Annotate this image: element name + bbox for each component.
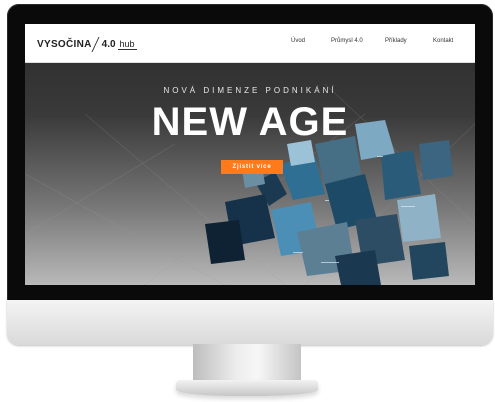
crystal-shards-decoration bbox=[25, 83, 475, 285]
website-screen: VYSOČINA 4.0 hub Úvod Průmysl 4.0 Příkla… bbox=[25, 24, 475, 285]
nav-link-priklady[interactable]: Příklady bbox=[385, 38, 407, 44]
cta-button[interactable]: Zjistit více bbox=[221, 160, 283, 174]
nav-link-kontakt[interactable]: Kontakt bbox=[433, 38, 453, 44]
nav-link-prumysl[interactable]: Průmysl 4.0 bbox=[331, 38, 363, 44]
logo-wordmark: VYSOČINA bbox=[37, 38, 92, 50]
monitor-stand bbox=[193, 344, 301, 384]
monitor-stand-base bbox=[176, 380, 318, 396]
hero-title: NEW AGE bbox=[151, 100, 349, 144]
logo-slash bbox=[91, 36, 100, 52]
site-logo[interactable]: VYSOČINA 4.0 hub bbox=[37, 36, 137, 52]
logo-suffix: hub bbox=[117, 38, 137, 50]
hero-subtitle: NOVÁ DIMENZE PODNIKÁNÍ bbox=[163, 86, 337, 95]
monitor-chin bbox=[7, 300, 493, 345]
site-navbar: VYSOČINA 4.0 hub Úvod Průmysl 4.0 Příkla… bbox=[25, 24, 475, 63]
logo-number: 4.0 bbox=[101, 38, 116, 50]
nav-link-uvod[interactable]: Úvod bbox=[291, 38, 305, 44]
